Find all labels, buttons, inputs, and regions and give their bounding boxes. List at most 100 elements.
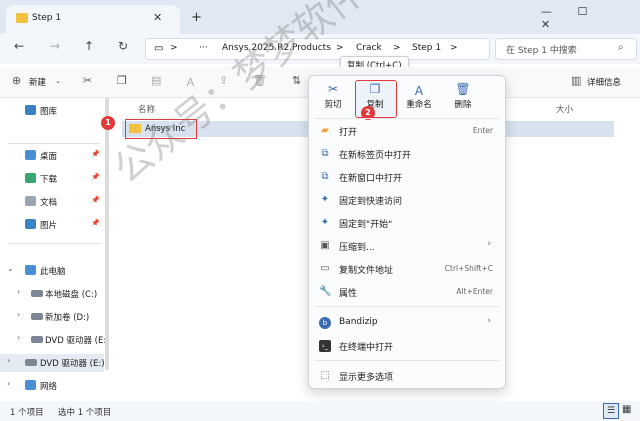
menu-shortcut: Ctrl+Shift+C <box>444 264 493 273</box>
cut-button[interactable]: ✂ 剪切 <box>313 82 353 110</box>
menu-item-pin-quick-access[interactable]: ✦ 固定到快速访问 <box>309 189 503 211</box>
pictures-icon <box>25 219 36 229</box>
copy-path-icon: ▭ <box>320 263 330 274</box>
chevron-right-icon: › <box>487 316 491 326</box>
copy-icon[interactable]: ❐ <box>117 74 127 87</box>
menu-item-open-new-window[interactable]: ⧉ 在新窗口中打开 <box>309 166 503 188</box>
sidebar-item-network[interactable]: › 网络 <box>0 377 104 395</box>
sidebar-item-label: 本地磁盘 (C:) <box>45 290 98 300</box>
divider <box>315 118 499 119</box>
computer-icon: ▭ <box>154 43 164 54</box>
details-button[interactable]: 详细信息 <box>587 76 621 88</box>
sidebar-item-desktop[interactable]: 桌面 📌 <box>0 147 104 165</box>
chevron-right-icon[interactable]: › <box>17 310 20 319</box>
download-icon <box>25 173 36 183</box>
new-tab-button[interactable]: + <box>191 10 202 25</box>
pc-icon <box>25 265 36 275</box>
breadcrumb-crack[interactable]: Crack <box>356 43 382 53</box>
item-count: 1 个项目 <box>10 408 44 418</box>
sidebar-item-label: 网络 <box>40 382 58 392</box>
selection-count: 选中 1 个项目 <box>58 408 112 418</box>
menu-item-compress[interactable]: ▣ 压缩到... › <box>309 235 503 257</box>
tab-step-1[interactable]: Step 1 ✕ <box>6 5 180 34</box>
menu-item-copy-path[interactable]: ▭ 复制文件地址 Ctrl+Shift+C <box>309 258 503 280</box>
new-button[interactable]: 新建 <box>29 76 46 88</box>
minimize-button[interactable]: — <box>541 5 552 18</box>
sidebar-item-drive-d[interactable]: › 新加卷 (D:) <box>0 308 104 326</box>
back-arrow-icon[interactable]: ← <box>14 39 24 53</box>
pin-start-icon: ✦ <box>320 217 330 228</box>
bandizip-icon: b <box>319 317 331 329</box>
details-view-icon[interactable]: ☰ <box>603 403 619 419</box>
menu-item-bandizip[interactable]: b Bandizip › <box>309 312 503 334</box>
sidebar-item-pictures[interactable]: 图片 📌 <box>0 216 104 234</box>
sidebar-item-dvd-1[interactable]: › DVD 驱动器 (E: <box>0 331 106 349</box>
address-separator: > <box>170 43 178 53</box>
delete-icon: 🗑 <box>455 82 471 96</box>
search-input[interactable]: 在 Step 1 中搜索 <box>506 43 577 56</box>
menu-item-open-terminal[interactable]: ›_ 在终端中打开 <box>309 335 503 357</box>
navigation-pane: 图库 桌面 📌 下载 📌 文档 📌 图片 📌 ⌄ 此电脑 › 本地磁盘 (C:)… <box>0 98 106 401</box>
tiles-view-icon[interactable]: ▦ <box>622 404 631 415</box>
details-pane-icon[interactable]: ▥ <box>571 74 581 87</box>
sidebar-item-label: 下载 <box>40 175 58 185</box>
menu-item-open-new-tab[interactable]: ⧉ 在新标签页中打开 <box>309 143 503 165</box>
sidebar-scrollbar[interactable] <box>105 98 109 370</box>
divider <box>315 306 499 307</box>
sidebar-item-documents[interactable]: 文档 📌 <box>0 193 104 211</box>
address-separator: > <box>450 43 458 53</box>
menu-label: 在新标签页中打开 <box>339 151 412 161</box>
menu-item-more-options[interactable]: ⬚ 显示更多选项 <box>309 365 503 387</box>
sidebar-item-label: 图库 <box>40 107 58 117</box>
sidebar-item-label: 图片 <box>40 221 58 231</box>
sidebar-item-label: 此电脑 <box>40 267 66 277</box>
address-separator: > <box>393 43 401 53</box>
menu-item-pin-start[interactable]: ✦ 固定到"开始" <box>309 212 503 234</box>
search-box[interactable]: 在 Step 1 中搜索 ⌕ <box>495 38 637 60</box>
menu-label: 在终端中打开 <box>339 343 394 353</box>
chevron-right-icon[interactable]: › <box>17 333 20 342</box>
sort-icon[interactable]: ⇅ <box>292 74 301 87</box>
maximize-button[interactable]: ☐ <box>578 5 588 18</box>
pin-icon: 📌 <box>91 173 100 181</box>
folder-icon <box>16 13 28 23</box>
column-header-size[interactable]: 大小 <box>556 103 573 115</box>
up-arrow-icon[interactable]: ↑ <box>84 39 94 53</box>
sidebar-item-gallery[interactable]: 图库 <box>0 102 104 120</box>
menu-item-open[interactable]: ▰ 打开 Enter <box>309 120 503 142</box>
copy-button[interactable]: ❐ 复制 <box>355 82 395 110</box>
drive-icon <box>31 290 43 297</box>
cut-icon[interactable]: ✂ <box>83 74 92 87</box>
menu-label: 显示更多选项 <box>339 373 394 383</box>
chevron-down-icon[interactable]: ⌄ <box>7 264 14 273</box>
chevron-right-icon[interactable]: › <box>7 356 10 365</box>
cut-label: 剪切 <box>324 100 342 110</box>
close-window-button[interactable]: ✕ <box>541 18 550 31</box>
copy-icon: ❐ <box>369 82 381 96</box>
menu-label: 打开 <box>339 128 358 138</box>
chevron-right-icon[interactable]: › <box>17 287 20 296</box>
search-icon: ⌕ <box>618 42 624 53</box>
chevron-down-icon[interactable]: ⌄ <box>55 77 61 85</box>
new-icon[interactable]: ⊕ <box>12 74 21 87</box>
sidebar-item-drive-c[interactable]: › 本地磁盘 (C:) <box>0 285 104 303</box>
more-options-icon: ⬚ <box>320 370 330 381</box>
sidebar-item-downloads[interactable]: 下载 📌 <box>0 170 104 188</box>
divider <box>315 360 499 361</box>
context-menu: ✂ 剪切 ❐ 复制 Ａ 重命名 🗑 删除 2 ▰ 打开 Enter ⧉ 在新标签… <box>308 75 506 389</box>
chevron-right-icon[interactable]: › <box>7 379 10 388</box>
pin-icon: 📌 <box>91 150 100 158</box>
paste-icon[interactable]: ▤ <box>151 74 161 87</box>
address-ellipsis[interactable]: ··· <box>199 43 208 53</box>
divider <box>8 143 100 144</box>
breadcrumb-step1[interactable]: Step 1 <box>412 43 441 53</box>
sidebar-item-dvd-2[interactable]: › DVD 驱动器 (E:) <box>0 354 105 372</box>
refresh-icon[interactable]: ↻ <box>118 39 128 53</box>
sidebar-item-label: 桌面 <box>40 152 58 162</box>
close-tab-icon[interactable]: ✕ <box>153 11 162 24</box>
menu-item-properties[interactable]: 🔧 属性 Alt+Enter <box>309 281 503 303</box>
sidebar-item-this-pc[interactable]: ⌄ 此电脑 <box>0 262 104 280</box>
forward-arrow-icon[interactable]: → <box>50 39 60 53</box>
delete-button[interactable]: 🗑 删除 <box>443 82 483 110</box>
rename-button[interactable]: Ａ 重命名 <box>399 82 439 110</box>
